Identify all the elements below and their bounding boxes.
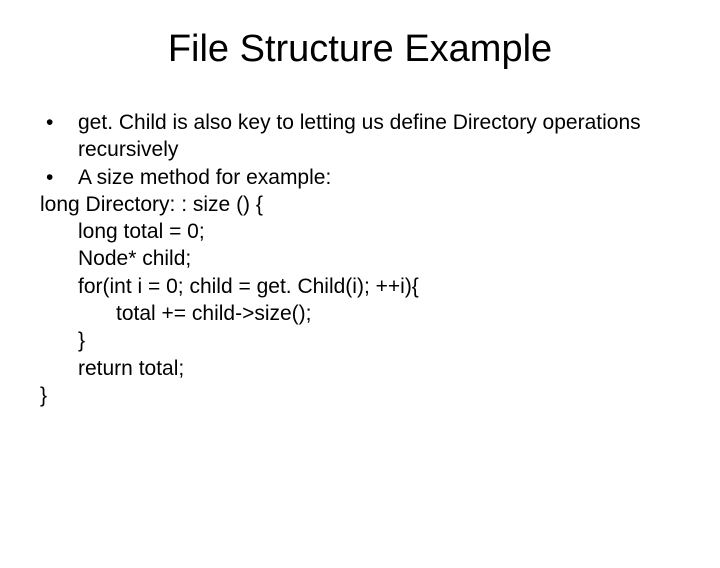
bullet-marker: • [40,164,78,191]
code-line: } [40,382,680,409]
bullet-text: A size method for example: [78,164,680,191]
code-line: long total = 0; [40,218,680,245]
slide: File Structure Example • get. Child is a… [0,28,720,568]
code-line: } [40,327,680,354]
slide-title: File Structure Example [0,28,720,71]
code-line: Node* child; [40,245,680,272]
bullet-marker: • [40,109,78,136]
bullet-item: • A size method for example: [40,164,680,191]
slide-body: • get. Child is also key to letting us d… [40,109,680,409]
code-line: return total; [40,355,680,382]
bullet-item: • get. Child is also key to letting us d… [40,109,680,164]
code-line: long Directory: : size () { [40,191,680,218]
code-line: for(int i = 0; child = get. Child(i); ++… [40,273,680,300]
bullet-text: get. Child is also key to letting us def… [78,109,680,164]
code-line: total += child->size(); [40,300,680,327]
